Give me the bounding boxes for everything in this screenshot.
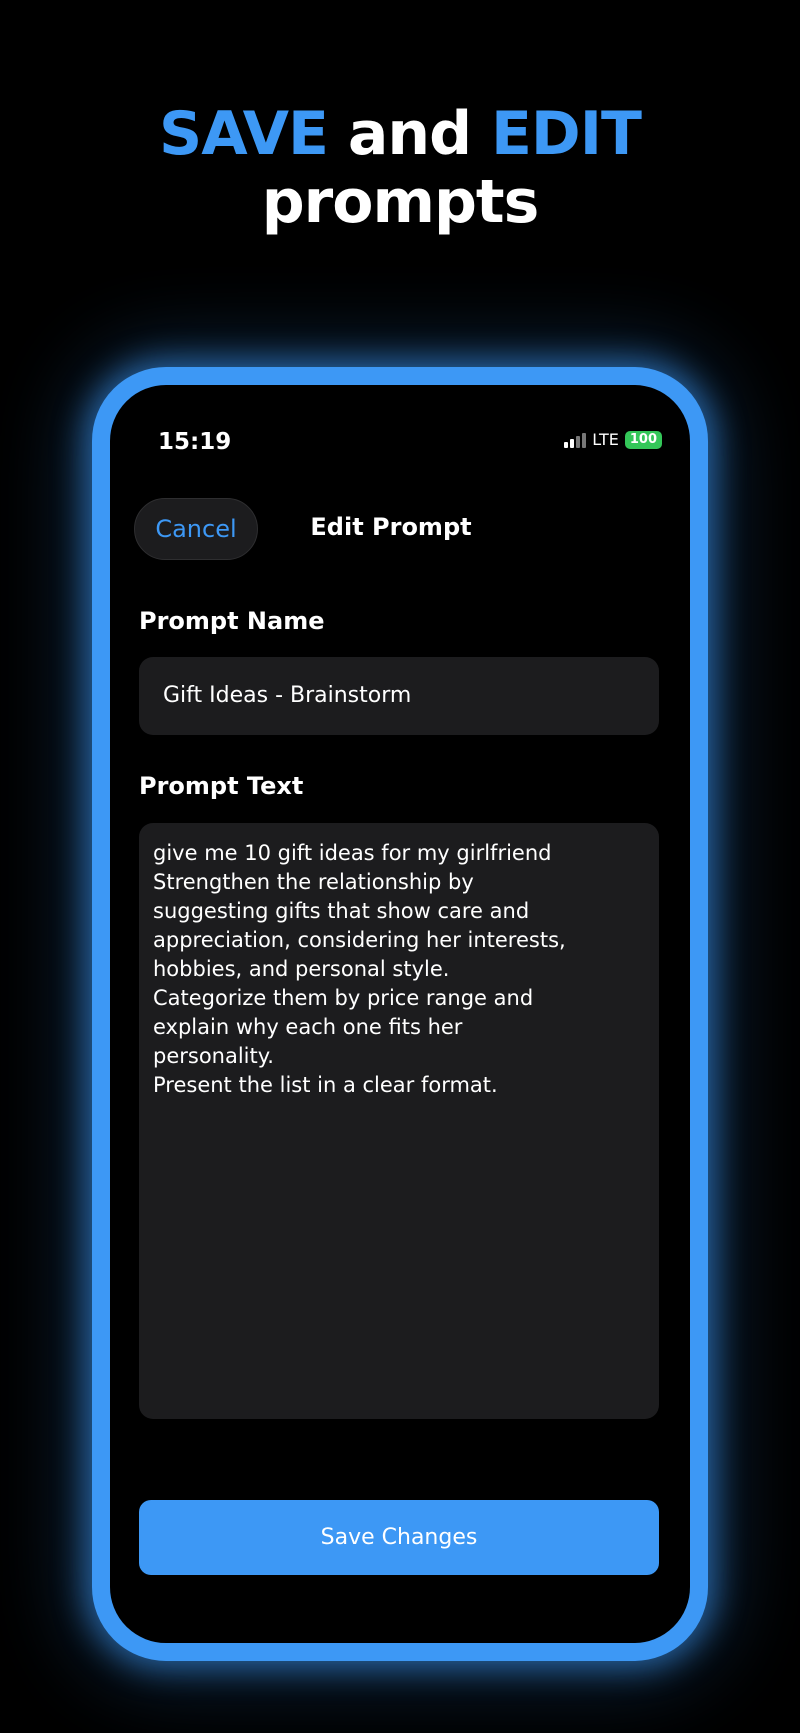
status-indicators: LTE 100 xyxy=(564,430,662,449)
status-time: 15:19 xyxy=(158,429,232,455)
signal-icon xyxy=(564,432,587,448)
headline-line-2: prompts xyxy=(261,167,540,237)
battery-icon: 100 xyxy=(624,430,662,449)
headline-save-word: SAVE xyxy=(159,99,329,169)
page-title: Edit Prompt xyxy=(310,513,472,541)
phone-frame: 15:19 LTE 100 Cancel Edit Prompt Prompt … xyxy=(92,367,708,1661)
prompt-name-label: Prompt Name xyxy=(139,607,325,635)
network-label: LTE xyxy=(592,430,619,449)
promo-headline: SAVE and EDIT prompts xyxy=(0,100,800,236)
headline-and-word: and xyxy=(328,99,491,169)
prompt-text-field[interactable]: give me 10 gift ideas for my girlfriend … xyxy=(139,823,659,1419)
headline-line-1: SAVE and EDIT xyxy=(0,100,800,168)
save-changes-button[interactable]: Save Changes xyxy=(139,1500,659,1575)
prompt-text-label: Prompt Text xyxy=(139,772,304,800)
phone-screen: 15:19 LTE 100 Cancel Edit Prompt Prompt … xyxy=(110,385,690,1643)
headline-edit-word: EDIT xyxy=(490,99,642,169)
prompt-name-field[interactable]: Gift Ideas - Brainstorm xyxy=(139,657,659,735)
